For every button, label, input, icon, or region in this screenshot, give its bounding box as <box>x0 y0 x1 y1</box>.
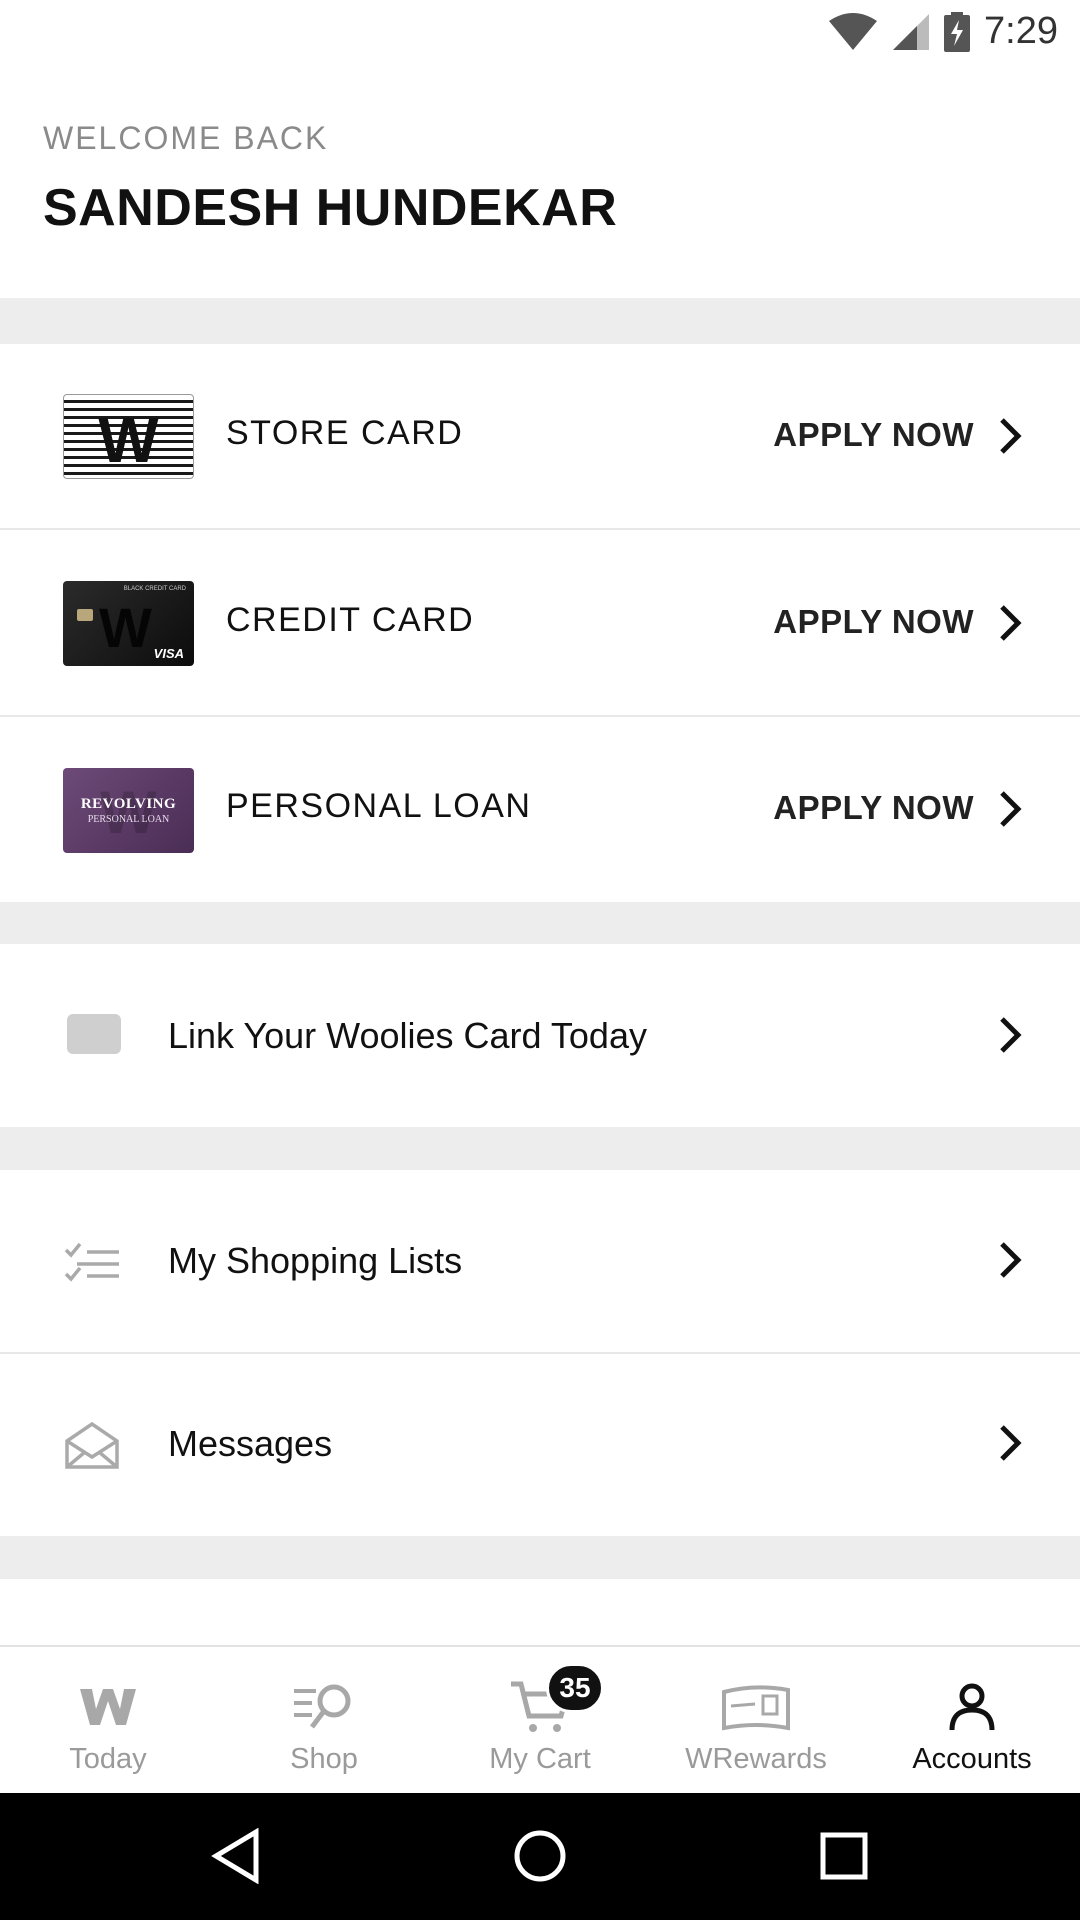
back-icon[interactable] <box>203 1823 269 1889</box>
chevron-right-icon <box>1000 418 1022 454</box>
system-nav-bar <box>0 1793 1080 1920</box>
visa-logo: VISA <box>153 646 184 661</box>
wifi-icon <box>829 12 878 50</box>
cart-count-badge: 35 <box>546 1663 604 1713</box>
store-card-thumbnail: W <box>63 394 194 479</box>
person-icon <box>947 1679 997 1735</box>
personal-loan-row[interactable]: W REVOLVING PERSONAL LOAN PERSONAL LOAN … <box>0 718 1080 902</box>
credit-card-w-logo: W <box>99 596 152 659</box>
credit-card-apply-now[interactable]: APPLY NOW <box>773 603 974 641</box>
card-icon <box>67 1014 121 1054</box>
nav-my-cart-label: My Cart <box>489 1743 591 1775</box>
store-card-logo: W <box>98 404 159 476</box>
personal-loan-label: PERSONAL LOAN <box>226 787 532 825</box>
next-row-partial <box>0 1579 1080 1645</box>
credit-card-label: CREDIT CARD <box>226 601 475 639</box>
store-card-row[interactable]: W STORE CARD APPLY NOW <box>0 344 1080 530</box>
home-icon[interactable] <box>507 1823 573 1889</box>
welcome-label: WELCOME BACK <box>43 120 329 156</box>
nav-wrewards-label: WRewards <box>685 1743 827 1775</box>
nav-today[interactable]: Today <box>0 1647 216 1795</box>
status-time: 7:29 <box>984 10 1058 52</box>
chevron-right-icon <box>1000 1017 1022 1053</box>
nav-shop-label: Shop <box>290 1743 358 1775</box>
w-logo-icon <box>78 1679 138 1735</box>
section-divider <box>0 1127 1080 1170</box>
recents-icon[interactable] <box>811 1823 877 1889</box>
credit-card-chip-icon <box>77 609 93 621</box>
section-divider <box>0 298 1080 344</box>
rewards-card-icon <box>721 1679 791 1735</box>
shopping-lists-label: My Shopping Lists <box>168 1240 463 1281</box>
shopping-lists-row[interactable]: My Shopping Lists <box>0 1170 1080 1354</box>
bottom-nav: Today Shop 35 My Cart WRewards Accounts <box>0 1645 1080 1793</box>
personal-loan-apply-now[interactable]: APPLY NOW <box>773 789 974 827</box>
battery-charging-icon <box>944 11 971 52</box>
messages-label: Messages <box>168 1423 333 1464</box>
credit-card-thumbnail: BLACK CREDIT CARD W VISA <box>63 581 194 666</box>
chevron-right-icon <box>1000 791 1022 827</box>
nav-wrewards[interactable]: WRewards <box>648 1647 864 1795</box>
credit-card-row[interactable]: BLACK CREDIT CARD W VISA CREDIT CARD APP… <box>0 531 1080 717</box>
nav-accounts-label: Accounts <box>912 1743 1032 1775</box>
user-name: SANDESH HUNDEKAR <box>43 179 618 237</box>
nav-shop[interactable]: Shop <box>216 1647 432 1795</box>
store-card-apply-now[interactable]: APPLY NOW <box>773 416 974 454</box>
envelope-icon <box>65 1421 119 1469</box>
chevron-right-icon <box>1000 1242 1022 1278</box>
credit-card-title: BLACK CREDIT CARD <box>123 586 186 592</box>
personal-loan-thumbnail: W REVOLVING PERSONAL LOAN <box>63 768 194 853</box>
loan-card-line2: PERSONAL LOAN <box>87 814 170 825</box>
checklist-icon <box>64 1242 119 1282</box>
link-card-row[interactable]: Link Your Woolies Card Today <box>0 944 1080 1127</box>
link-card-label: Link Your Woolies Card Today <box>168 1015 647 1056</box>
nav-today-label: Today <box>69 1743 147 1775</box>
search-list-icon <box>292 1679 356 1735</box>
signal-icon <box>893 13 930 50</box>
nav-my-cart[interactable]: 35 My Cart <box>432 1647 648 1795</box>
status-bar: 7:29 <box>0 0 1080 63</box>
chevron-right-icon <box>1000 1425 1022 1461</box>
loan-card-line1: REVOLVING <box>80 796 177 812</box>
messages-row[interactable]: Messages <box>0 1355 1080 1536</box>
section-divider <box>0 902 1080 944</box>
store-card-label: STORE CARD <box>226 414 464 452</box>
chevron-right-icon <box>1000 605 1022 641</box>
section-divider <box>0 1536 1080 1579</box>
nav-accounts[interactable]: Accounts <box>864 1647 1080 1795</box>
